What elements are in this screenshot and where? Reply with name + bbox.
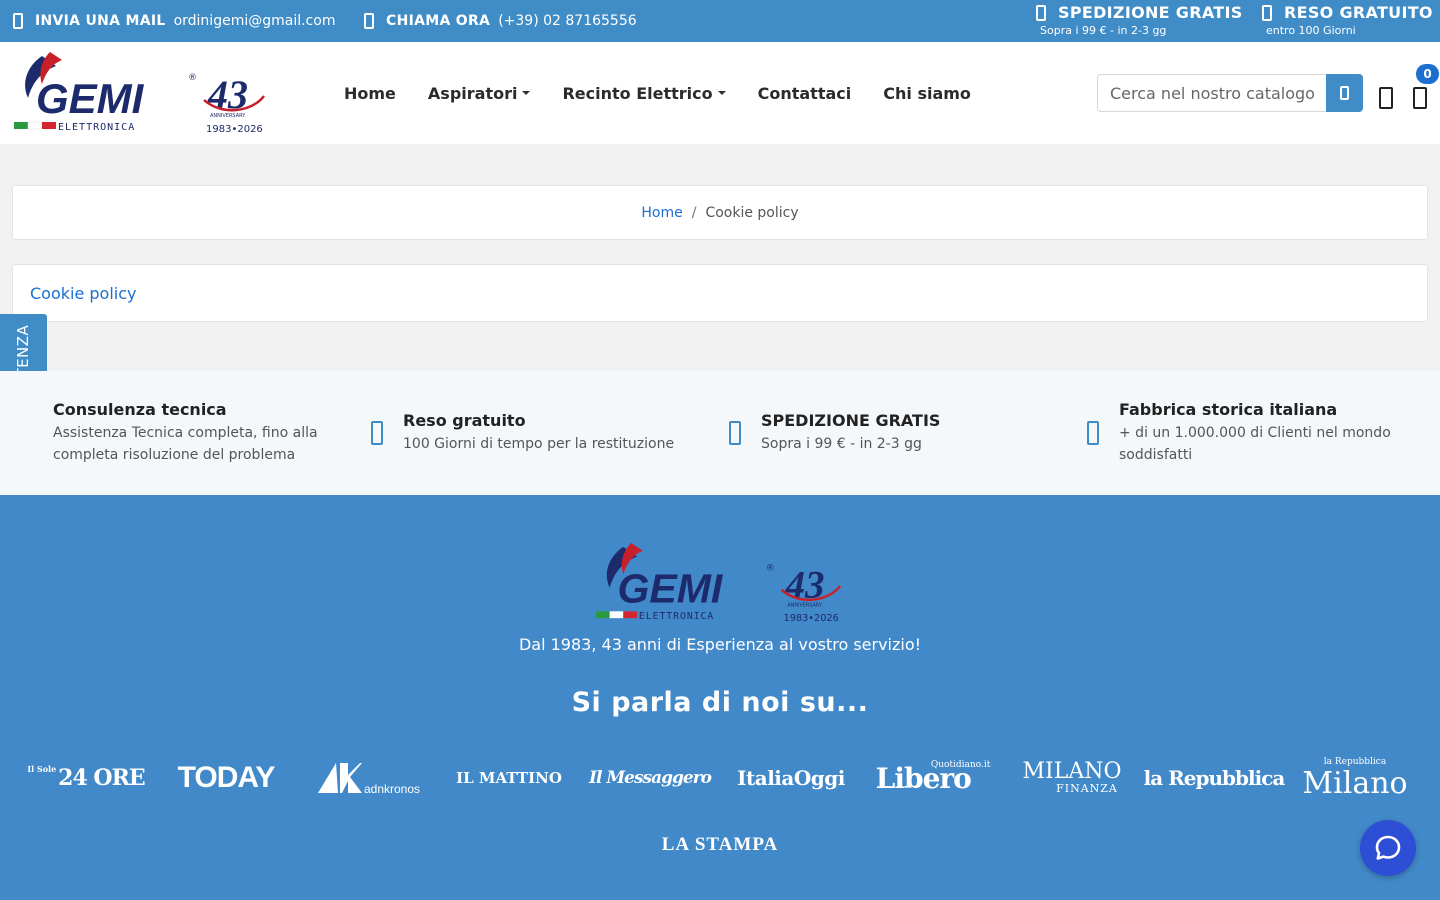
phone-value[interactable]: (+39) 02 87165556: [498, 13, 636, 29]
footer-logo-years: 1983•2026: [783, 613, 838, 624]
shipping-sub: Sopra i 99 € - in 2-3 gg: [1040, 24, 1167, 37]
logo-subbrand: ELETTRONICA: [58, 122, 135, 133]
press-logo-ilmattino[interactable]: IL MATTINO: [450, 750, 568, 806]
adnkronos-label: adnkronos: [363, 782, 421, 796]
breadcrumb-separator: /: [691, 204, 697, 221]
footer-logo-subbrand: ELETTRONICA: [639, 611, 714, 622]
logo-registered: ®: [188, 73, 197, 83]
press-logo-milanofinanza[interactable]: MILANO FINANZA: [1022, 750, 1122, 806]
feature-desc: Sopra i 99 € - in 2-3 gg: [761, 436, 922, 452]
feature-spedizione: SPEDIZIONE GRATIS Sopra i 99 € - in 2-3 …: [729, 371, 1059, 495]
footer-logo-anniversary-word: ANNIVERSARY: [787, 602, 821, 608]
feature-reso: Reso gratuito 100 Giorni di tempo per la…: [371, 371, 701, 495]
page-title-card: Cookie policy: [12, 264, 1428, 322]
feature-fabbrica: Fabbrica storica italiana + di un 1.000.…: [1087, 371, 1427, 495]
press-logo-repubblica[interactable]: la Repubblica: [1144, 750, 1286, 806]
main-nav: Home Aspiratori Recinto Elettrico Contat…: [344, 42, 1003, 144]
email-value[interactable]: ordinigemi@gmail.com: [174, 13, 336, 29]
email-contact[interactable]: INVIA UNA MAIL ordinigemi@gmail.com: [13, 0, 335, 42]
nav-contattaci-label: Contattaci: [757, 83, 852, 103]
shipping-title: SPEDIZIONE GRATIS: [1058, 3, 1243, 22]
factory-icon: [1087, 421, 1099, 445]
breadcrumb-current: Cookie policy: [705, 204, 799, 221]
logo-anniversary-word: ANNIVERSARY: [210, 113, 246, 119]
chat-button[interactable]: [1360, 820, 1416, 876]
site-header: GEMI ® ELETTRONICA 43 ANNIVERSARY 1983•2…: [0, 42, 1440, 144]
shipping-info: SPEDIZIONE GRATIS Sopra i 99 € - in 2-3 …: [1036, 3, 1243, 37]
phone-label: CHIAMA ORA: [386, 13, 491, 29]
nav-home-label: Home: [344, 83, 396, 103]
nav-contattaci[interactable]: Contattaci: [758, 84, 852, 103]
gemi-logo[interactable]: GEMI ® ELETTRONICA 43 ANNIVERSARY 1983•2…: [12, 50, 270, 136]
user-icon[interactable]: [1379, 87, 1393, 109]
chat-bubble-icon: [1375, 835, 1401, 860]
footer-gemi-logo: GEMI ® ELETTRONICA 43 ANNIVERSARY 1983•2…: [595, 542, 842, 624]
press-logo-today[interactable]: TODAY: [178, 750, 276, 806]
phone-contact[interactable]: CHIAMA ORA (+39) 02 87165556: [364, 0, 637, 42]
return-icon: [1262, 4, 1272, 21]
nav-chi-siamo-label: Chi siamo: [883, 83, 971, 103]
feature-desc: + di un 1.000.000 di Clienti nel mondo s…: [1119, 425, 1391, 463]
nav-recinto-label: Recinto Elettrico: [562, 83, 713, 103]
cart-icon[interactable]: [1413, 87, 1427, 109]
nav-aspiratori-label: Aspiratori: [427, 83, 518, 103]
feature-desc: Assistenza Tecnica completa, fino alla c…: [53, 425, 318, 463]
caret-down-icon: [522, 91, 531, 95]
sole-label: 24 ORE: [58, 765, 145, 791]
email-label: INVIA UNA MAIL: [35, 13, 166, 29]
press-heading: Si parla di noi su...: [571, 687, 869, 718]
logo-years: 1983•2026: [206, 124, 263, 135]
search-button[interactable]: [1326, 74, 1363, 112]
milanofinanza-label: MILANO: [1022, 759, 1122, 784]
feature-title: Reso gratuito: [403, 411, 526, 430]
breadcrumb: Home / Cookie policy: [12, 185, 1428, 240]
feature-consulenza: Consulenza tecnica Assistenza Tecnica co…: [53, 371, 353, 495]
features-band: Consulenza tecnica Assistenza Tecnica co…: [0, 371, 1440, 495]
phone-icon: [364, 13, 374, 29]
breadcrumb-home-link[interactable]: Home: [641, 205, 682, 221]
feature-title: Consulenza tecnica: [53, 400, 227, 419]
cart-count-badge: 0: [1416, 64, 1439, 84]
caret-down-icon: [717, 91, 726, 95]
feature-desc: 100 Giorni di tempo per la restituzione: [403, 436, 675, 452]
press-logo-sole24ore[interactable]: Il Sole 24 ORE: [27, 750, 145, 806]
return-info: RESO GRATUITO entro 100 Giorni: [1262, 3, 1433, 37]
search-icon: [1340, 86, 1349, 100]
mail-icon: [13, 13, 23, 29]
return-box-icon: [371, 421, 383, 445]
press-logo-repubblica-milano[interactable]: la Repubblica Milano: [1302, 750, 1408, 806]
truck-icon: [729, 421, 741, 445]
page-title: Cookie policy: [30, 283, 137, 303]
press-logo-lastampa[interactable]: LA STAMPA: [640, 830, 800, 860]
logo-brand: GEMI: [36, 75, 145, 122]
search-input[interactable]: [1097, 74, 1326, 112]
repmilano-label: Milano: [1302, 766, 1408, 801]
milanofinanza-sub: FINANZA: [1056, 782, 1118, 795]
adnkronos-mark-icon: [317, 763, 362, 793]
nav-chi-siamo[interactable]: Chi siamo: [883, 84, 971, 103]
press-logo-italiaoggi[interactable]: ItaliaOggi: [732, 750, 850, 806]
footer-logo-brand: GEMI: [617, 566, 723, 612]
nav-home[interactable]: Home: [344, 84, 396, 103]
feature-title: SPEDIZIONE GRATIS: [761, 411, 941, 430]
press-logo-libero[interactable]: Libero Quotidiano.it: [876, 750, 991, 806]
footer-tagline: Dal 1983, 43 anni di Esperienza al vostr…: [518, 635, 922, 654]
truck-icon: [1036, 4, 1046, 21]
press-logo-messaggero[interactable]: Il Messaggero: [589, 750, 712, 806]
return-title: RESO GRATUITO: [1284, 3, 1433, 22]
search-bar: [1097, 74, 1363, 112]
top-bar: INVIA UNA MAIL ordinigemi@gmail.com CHIA…: [0, 0, 1440, 42]
nav-aspiratori[interactable]: Aspiratori: [428, 84, 531, 103]
sole-prefix: Il Sole: [27, 764, 57, 774]
press-logo-adnkronos[interactable]: adnkronos: [310, 750, 426, 806]
libero-sub: Quotidiano.it: [930, 760, 991, 770]
footer-logo-registered: ®: [766, 563, 775, 573]
feature-title: Fabbrica storica italiana: [1119, 400, 1338, 419]
nav-recinto-elettrico[interactable]: Recinto Elettrico: [562, 83, 726, 103]
return-sub: entro 100 Giorni: [1266, 24, 1356, 37]
site-footer: GEMI ® ELETTRONICA 43 ANNIVERSARY 1983•2…: [0, 495, 1440, 900]
